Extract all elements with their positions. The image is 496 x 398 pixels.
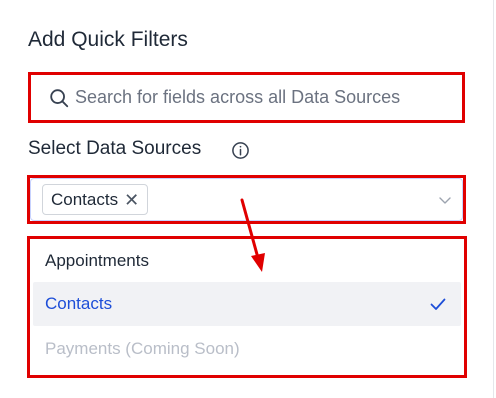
search-icon	[50, 89, 69, 108]
option-contacts[interactable]: Contacts	[33, 282, 461, 326]
search-field[interactable]	[28, 72, 465, 123]
chip-remove-icon[interactable]: ✕	[124, 191, 139, 209]
option-label: Payments (Coming Soon)	[45, 339, 240, 358]
check-icon	[430, 298, 446, 310]
selected-chip-contacts: Contacts ✕	[42, 184, 149, 215]
chevron-down-icon[interactable]	[437, 192, 453, 208]
option-label: Contacts	[45, 294, 113, 313]
panel-title: Add Quick Filters	[28, 28, 188, 51]
option-payments: Payments (Coming Soon)	[33, 327, 461, 371]
search-input[interactable]	[75, 84, 455, 111]
chip-label: Contacts	[51, 189, 119, 209]
data-source-dropdown: Appointments Contacts Payments (Coming S…	[27, 236, 467, 378]
data-source-select[interactable]: Contacts ✕	[27, 175, 466, 224]
option-label: Appointments	[45, 251, 149, 270]
data-sources-label: Select Data Sources	[28, 138, 202, 159]
info-icon[interactable]	[231, 141, 250, 160]
quick-filters-panel: Add Quick Filters Select Data Sources Co…	[0, 0, 494, 398]
select-field[interactable]: Contacts ✕	[30, 178, 463, 221]
option-appointments[interactable]: Appointments	[33, 239, 461, 283]
